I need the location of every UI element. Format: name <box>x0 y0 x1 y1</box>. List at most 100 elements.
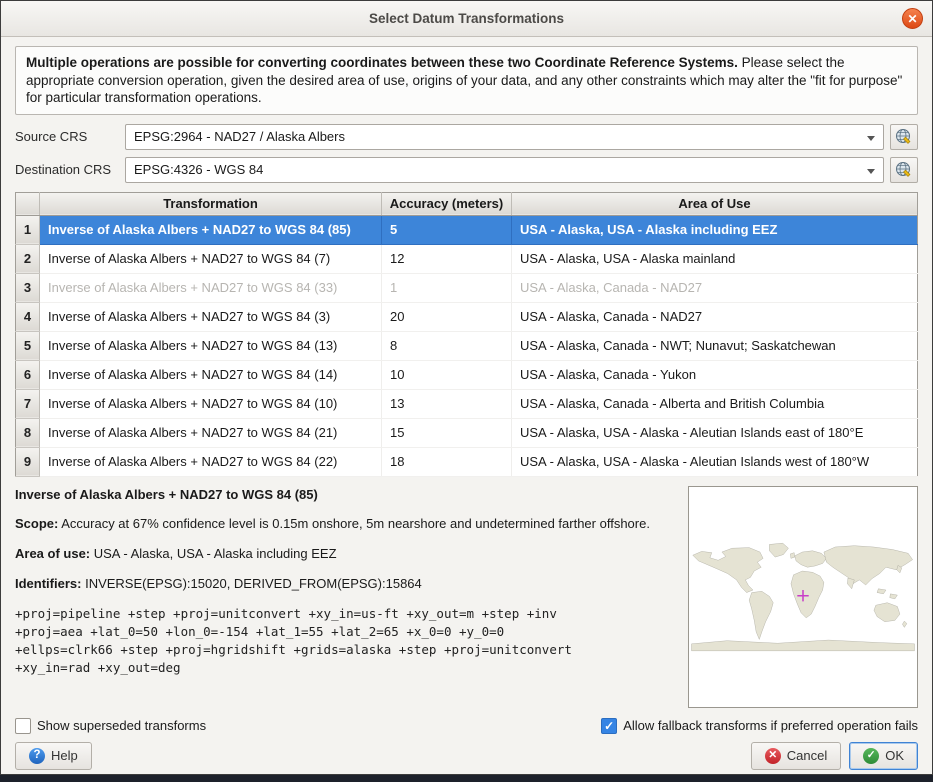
source-crs-picker-button[interactable] <box>890 124 918 150</box>
crs-globe-wrench-icon <box>895 161 913 179</box>
cell-accuracy[interactable]: 8 <box>382 331 512 360</box>
table-row[interactable]: 8Inverse of Alaska Albers + NAD27 to WGS… <box>16 418 918 447</box>
button-row: ? Help ✕ Cancel ✓ OK <box>15 742 918 770</box>
select-datum-transformations-dialog: Select Datum Transformations ✕ Multiple … <box>0 0 933 775</box>
destination-crs-value: EPSG:4326 - WGS 84 <box>134 162 263 177</box>
cell-transformation[interactable]: Inverse of Alaska Albers + NAD27 to WGS … <box>40 302 382 331</box>
source-crs-combobox[interactable]: EPSG:2964 - NAD27 / Alaska Albers <box>125 124 884 150</box>
destination-crs-combobox[interactable]: EPSG:4326 - WGS 84 <box>125 157 884 183</box>
cell-area[interactable]: USA - Alaska, USA - Alaska mainland <box>512 244 918 273</box>
cell-transformation[interactable]: Inverse of Alaska Albers + NAD27 to WGS … <box>40 331 382 360</box>
cell-area[interactable]: USA - Alaska, USA - Alaska - Aleutian Is… <box>512 418 918 447</box>
cell-area[interactable]: USA - Alaska, Canada - NAD27 <box>512 302 918 331</box>
row-number: 5 <box>16 331 40 360</box>
row-number: 8 <box>16 418 40 447</box>
cell-area[interactable]: USA - Alaska, Canada - NAD27 <box>512 273 918 302</box>
ok-button-label: OK <box>885 748 904 763</box>
cell-accuracy[interactable]: 13 <box>382 389 512 418</box>
checkbox-icon[interactable] <box>15 718 31 734</box>
table-row[interactable]: 1Inverse of Alaska Albers + NAD27 to WGS… <box>16 215 918 244</box>
details-panel: Inverse of Alaska Albers + NAD27 to WGS … <box>15 486 918 710</box>
area-of-use-map <box>688 486 918 708</box>
source-crs-value: EPSG:2964 - NAD27 / Alaska Albers <box>134 129 345 144</box>
window-title: Select Datum Transformations <box>369 11 564 26</box>
identifiers-label: Identifiers: <box>15 576 81 591</box>
scope-label: Scope: <box>15 516 58 531</box>
identifiers-line: Identifiers: INVERSE(EPSG):15020, DERIVE… <box>15 575 676 594</box>
footer-checkboxes: Show superseded transforms ✓ Allow fallb… <box>15 718 918 734</box>
table-row[interactable]: 4Inverse of Alaska Albers + NAD27 to WGS… <box>16 302 918 331</box>
column-header-area[interactable]: Area of Use <box>512 192 918 215</box>
close-button[interactable]: ✕ <box>902 8 923 29</box>
column-header-accuracy[interactable]: Accuracy (meters) <box>382 192 512 215</box>
proj-pipeline-string: +proj=pipeline +step +proj=unitconvert +… <box>15 605 676 678</box>
destination-crs-picker-button[interactable] <box>890 157 918 183</box>
cell-transformation[interactable]: Inverse of Alaska Albers + NAD27 to WGS … <box>40 389 382 418</box>
description-box: Multiple operations are possible for con… <box>15 46 918 115</box>
description-bold-text: Multiple operations are possible for con… <box>26 55 738 70</box>
table-row[interactable]: 9Inverse of Alaska Albers + NAD27 to WGS… <box>16 447 918 476</box>
cell-transformation[interactable]: Inverse of Alaska Albers + NAD27 to WGS … <box>40 418 382 447</box>
help-button-label: Help <box>51 748 78 763</box>
row-number: 4 <box>16 302 40 331</box>
show-superseded-checkbox[interactable]: Show superseded transforms <box>15 718 206 734</box>
area-of-use-text: USA - Alaska, USA - Alaska including EEZ <box>90 546 336 561</box>
cell-accuracy[interactable]: 18 <box>382 447 512 476</box>
row-number: 1 <box>16 215 40 244</box>
corner-header-cell <box>16 192 40 215</box>
cell-area[interactable]: USA - Alaska, Canada - NWT; Nunavut; Sas… <box>512 331 918 360</box>
cell-transformation[interactable]: Inverse of Alaska Albers + NAD27 to WGS … <box>40 360 382 389</box>
cell-area[interactable]: USA - Alaska, USA - Alaska including EEZ <box>512 215 918 244</box>
ok-check-icon: ✓ <box>863 748 879 764</box>
ok-button[interactable]: ✓ OK <box>849 742 918 770</box>
cell-transformation[interactable]: Inverse of Alaska Albers + NAD27 to WGS … <box>40 447 382 476</box>
cell-accuracy[interactable]: 20 <box>382 302 512 331</box>
help-button[interactable]: ? Help <box>15 742 92 770</box>
cell-accuracy[interactable]: 5 <box>382 215 512 244</box>
chevron-down-icon <box>867 169 875 174</box>
row-number: 3 <box>16 273 40 302</box>
titlebar[interactable]: Select Datum Transformations ✕ <box>1 1 932 37</box>
column-header-transformation[interactable]: Transformation <box>40 192 382 215</box>
table-row[interactable]: 6Inverse of Alaska Albers + NAD27 to WGS… <box>16 360 918 389</box>
area-of-use-line: Area of use: USA - Alaska, USA - Alaska … <box>15 545 676 564</box>
scope-text: Accuracy at 67% confidence level is 0.15… <box>58 516 650 531</box>
cell-transformation[interactable]: Inverse of Alaska Albers + NAD27 to WGS … <box>40 273 382 302</box>
cell-accuracy[interactable]: 12 <box>382 244 512 273</box>
close-icon: ✕ <box>907 12 917 26</box>
transformations-table: Transformation Accuracy (meters) Area of… <box>15 192 918 477</box>
cancel-button[interactable]: ✕ Cancel <box>751 742 841 770</box>
transformations-table-body: 1Inverse of Alaska Albers + NAD27 to WGS… <box>16 215 918 476</box>
cancel-icon: ✕ <box>765 748 781 764</box>
cancel-button-label: Cancel <box>787 748 827 763</box>
cell-area[interactable]: USA - Alaska, Canada - Alberta and Briti… <box>512 389 918 418</box>
identifiers-text: INVERSE(EPSG):15020, DERIVED_FROM(EPSG):… <box>81 576 421 591</box>
destination-crs-row: Destination CRS EPSG:4326 - WGS 84 <box>15 157 918 183</box>
checkbox-icon[interactable]: ✓ <box>601 718 617 734</box>
source-crs-row: Source CRS EPSG:2964 - NAD27 / Alaska Al… <box>15 124 918 150</box>
allow-fallback-label: Allow fallback transforms if preferred o… <box>623 718 918 733</box>
table-row[interactable]: 7Inverse of Alaska Albers + NAD27 to WGS… <box>16 389 918 418</box>
source-crs-label: Source CRS <box>15 129 125 144</box>
cell-accuracy[interactable]: 15 <box>382 418 512 447</box>
row-number: 2 <box>16 244 40 273</box>
cell-area[interactable]: USA - Alaska, USA - Alaska - Aleutian Is… <box>512 447 918 476</box>
table-row[interactable]: 3Inverse of Alaska Albers + NAD27 to WGS… <box>16 273 918 302</box>
dialog-content: Multiple operations are possible for con… <box>1 37 932 778</box>
cell-area[interactable]: USA - Alaska, Canada - Yukon <box>512 360 918 389</box>
area-of-use-label: Area of use: <box>15 546 90 561</box>
table-row[interactable]: 2Inverse of Alaska Albers + NAD27 to WGS… <box>16 244 918 273</box>
cell-accuracy[interactable]: 1 <box>382 273 512 302</box>
row-number: 7 <box>16 389 40 418</box>
help-icon: ? <box>29 748 45 764</box>
row-number: 6 <box>16 360 40 389</box>
allow-fallback-checkbox[interactable]: ✓ Allow fallback transforms if preferred… <box>601 718 918 734</box>
cell-transformation[interactable]: Inverse of Alaska Albers + NAD27 to WGS … <box>40 215 382 244</box>
cell-accuracy[interactable]: 10 <box>382 360 512 389</box>
crs-globe-wrench-icon <box>895 128 913 146</box>
table-row[interactable]: 5Inverse of Alaska Albers + NAD27 to WGS… <box>16 331 918 360</box>
cell-transformation[interactable]: Inverse of Alaska Albers + NAD27 to WGS … <box>40 244 382 273</box>
destination-crs-label: Destination CRS <box>15 162 125 177</box>
world-map-graphic <box>689 487 917 707</box>
table-header-row: Transformation Accuracy (meters) Area of… <box>16 192 918 215</box>
